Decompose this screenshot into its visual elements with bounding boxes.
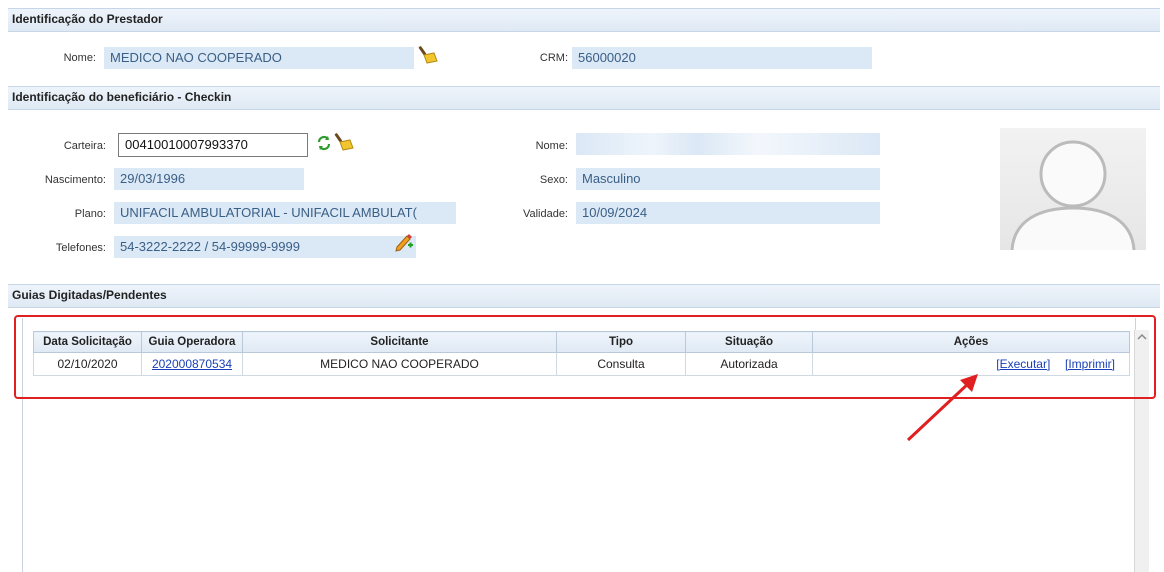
telefones-field: 54-3222-2222 / 54-99999-9999 [114,236,416,258]
prestador-nome-label: Nome: [63,52,96,64]
prestador-section-title: Identificação do Prestador [12,12,163,26]
avatar [1000,128,1146,250]
sexo-label: Sexo: [539,174,568,186]
beneficiario-section-header: Identificação do beneficiário - Checkin [8,86,1160,110]
user-placeholder-icon [1010,140,1136,250]
annotation-arrow-icon [906,374,978,442]
guias-section-title: Guias Digitadas/Pendentes [12,288,167,302]
validade-label: Validade: [522,208,568,220]
beneficiario-nome-label: Nome: [535,140,568,152]
nascimento-field: 29/03/1996 [114,168,304,190]
guias-section-header: Guias Digitadas/Pendentes [8,284,1160,308]
carteira-input[interactable]: 00410010007993370 [118,133,308,157]
plano-label: Plano: [74,208,106,220]
sexo-field: Masculino [576,168,880,190]
prestador-crm-field: 56000020 [572,47,872,69]
beneficiario-nome-field [576,133,880,155]
plano-field: UNIFACIL AMBULATORIAL - UNIFACIL AMBULAT… [114,202,456,224]
validade-field: 10/09/2024 [576,202,880,224]
refresh-icon[interactable] [316,135,332,151]
nascimento-label: Nascimento: [44,174,106,186]
broom-icon[interactable] [418,44,440,66]
prestador-nome-field: MEDICO NAO COOPERADO [104,47,414,69]
beneficiario-section-title: Identificação do beneficiário - Checkin [12,90,232,104]
prestador-section-header: Identificação do Prestador [8,8,1160,32]
prestador-crm-label: CRM: [539,52,568,64]
carteira-label: Carteira: [63,140,106,152]
telefones-label: Telefones: [55,242,106,254]
edit-add-icon[interactable] [394,232,414,252]
broom-icon[interactable] [334,131,356,153]
